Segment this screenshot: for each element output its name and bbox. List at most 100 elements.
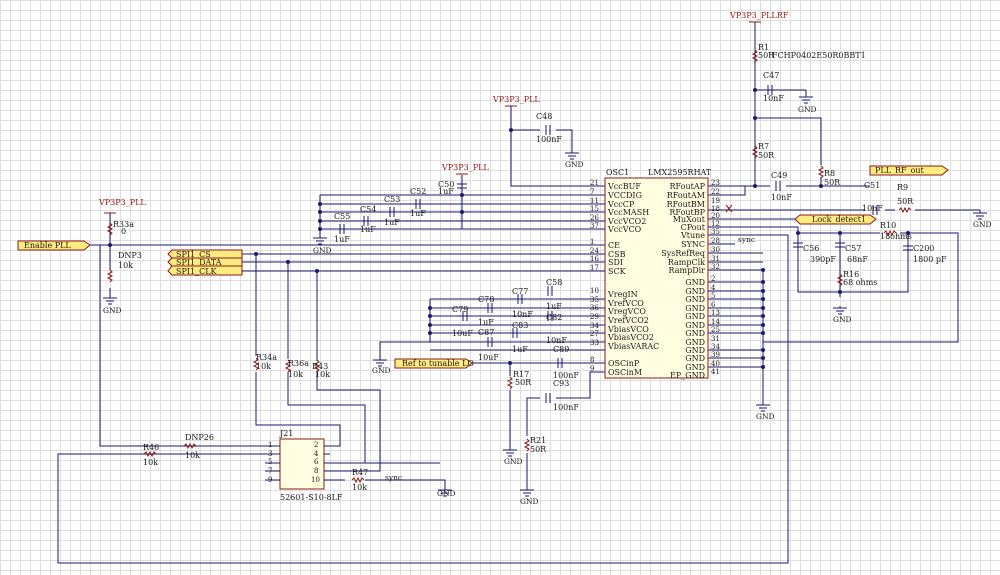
capacitor-c83[interactable]: C83 1uF [512,321,528,354]
ic-pin-name: CE [608,241,620,250]
resistor-r17[interactable]: R1750R [506,370,532,390]
ic-pin-number: 41 [711,368,720,376]
gnd-symbol: GND [973,210,992,229]
ic-pin-number: 35 [590,296,599,304]
resistor-r16[interactable]: R1668 ohms [836,270,877,287]
resistor-r36a[interactable]: R36a 10k [284,359,309,379]
capacitor-c53[interactable]: C53 1uF [384,195,400,227]
capacitor-c200-value: 1800 pF [913,255,947,264]
svg-text:4: 4 [314,450,319,458]
svg-text:2: 2 [314,441,318,449]
capacitor-c53-value: 1uF [384,218,400,227]
ic-pin-name: VCCDIG [607,191,642,200]
ic-pin-number: 17 [590,264,599,272]
svg-text:GND: GND [313,246,332,255]
resistor-dnp26-value: 10k [185,451,200,460]
capacitor-c77-ref: C77 [512,287,528,296]
capacitor-c52[interactable]: C52 1uF [410,187,426,218]
ic-pin-number: 14 [711,318,720,326]
ic-pin-name: RFoutAP [670,182,706,191]
no-connect-mark [725,204,733,213]
svg-text:Enable PLL: Enable PLL [24,241,71,250]
port-enable-pll: Enable PLL [17,240,91,251]
net-sync-label-j21: sync [385,473,402,482]
capacitor-c78-value: 1uF [478,318,494,327]
resistor-dnp3[interactable]: DNP310k [106,251,142,283]
capacitor-c200[interactable]: C200 1800 pF [903,244,947,264]
lmx2595-ic[interactable]: OSC1 LMX2595RHAT VccBUF21VCCDIG7VccCP11V… [590,168,720,380]
ic-pin-number: 8 [590,356,594,364]
resistor-dnp3-ref: DNP3 [118,251,142,260]
ic-pin-number: 26 [590,214,599,222]
port-ref-lo: Ref to tunable LO [394,358,474,369]
capacitor-c89-ref: C89 [553,345,569,354]
resistor-r9[interactable]: R9 50R [897,183,914,214]
svg-text:GND: GND [756,412,775,421]
resistor-r43[interactable]: R4310k [312,359,330,379]
ic-pin-number: 35 [711,228,720,236]
ic-pin-number: 7 [590,188,594,196]
ic-pin-number: 31 [711,335,720,343]
capacitor-c79[interactable]: C79 10uF [452,305,473,338]
capacitor-c51-value: 10nF [862,204,883,213]
ic-pin-name: GND [685,278,705,287]
resistor-r33a-value: 0 [121,227,126,236]
gnd-symbol: GND [833,306,852,324]
ic-ref: OSC1 [606,168,629,177]
resistor-r34a-value: 10k [256,362,271,371]
resistor-r10[interactable]: R10 18ohms [880,221,912,241]
capacitor-c55-value: 1uF [334,235,350,244]
resistor-r7[interactable]: R750R [751,142,775,160]
capacitor-c48[interactable]: C48 100nF [536,112,562,144]
resistor-r21[interactable]: R2150R [523,436,547,454]
capacitor-c52-value: 1uF [410,209,426,218]
capacitor-c55[interactable]: C55 1uF [334,212,350,244]
capacitor-c83-value: 1uF [512,345,528,354]
capacitor-c82-value: 10nF [546,336,567,345]
svg-text:GND: GND [798,105,817,114]
ic-pin-name: VbiasVCO2 [607,333,654,342]
capacitor-c93-ref: C93 [553,379,569,388]
resistor-r10-ref: R10 [880,221,896,230]
capacitor-c78[interactable]: C78 1uF [478,295,494,327]
ic-pin-name: VregVCO [607,307,646,316]
capacitor-c47[interactable]: C47 10nF [763,71,784,103]
resistor-r34a[interactable]: R34a10k [252,353,277,371]
connector-j21[interactable]: J21 52601-S10-8LF 1 3 5 7 9 2 4 6 8 10 [265,429,343,502]
capacitor-c87-value: 10uF [478,353,499,362]
capacitor-c51-ref: C51 [864,181,880,190]
capacitor-c56-ref: C56 [803,244,819,253]
port-pll-rf-out: PLL_RF_out [869,165,949,176]
ic-pin-number: 2 [711,275,715,283]
ic-pin-name: VregIN [607,290,638,299]
schematic-canvas: OSC1 LMX2595RHAT VccBUF21VCCDIG7VccCP11V… [17,11,992,564]
ic-pin-number: 10 [590,287,599,295]
resistor-r33a[interactable]: R33a0 [106,220,134,236]
capacitor-c58[interactable]: C58 1uF [546,278,562,311]
ic-pin-name: GND [685,312,705,321]
ic-pin-number: 39 [711,351,720,359]
ic-pin-name: RFoutAM [667,191,705,200]
capacitor-c47-value: 10nF [763,94,784,103]
capacitor-c54[interactable]: C54 1uF [360,205,376,234]
resistor-r8[interactable]: R850R [817,165,841,187]
ic-pin-number: 28 [711,237,720,245]
capacitor-c93[interactable]: C93 100nF [545,379,579,412]
ic-pin-name: RampDir [669,266,706,275]
ic-pin-name: SCK [608,267,627,276]
capacitor-c47-ref: C47 [763,71,779,80]
resistor-r46[interactable]: R46 10k [143,443,159,467]
resistor-r7-value: 50R [758,151,775,160]
capacitor-c79-value: 10uF [452,329,473,338]
capacitor-c56[interactable]: C56 390pF [793,242,836,264]
capacitor-c51[interactable]: C51 10nF [862,181,883,215]
ic-pin-number: 32 [711,263,720,271]
svg-text:GND: GND [565,160,584,169]
capacitor-c77[interactable]: C77 10nF [512,287,533,319]
capacitor-c54-value: 1uF [360,225,376,234]
power-flag-pll-1: VP3P3_PLL [492,95,540,104]
ic-pin-number: 5 [711,292,715,300]
ic-part: LMX2595RHAT [648,168,712,177]
capacitor-c52-ref: C52 [410,187,426,196]
gnd-symbol: GND [503,449,523,466]
